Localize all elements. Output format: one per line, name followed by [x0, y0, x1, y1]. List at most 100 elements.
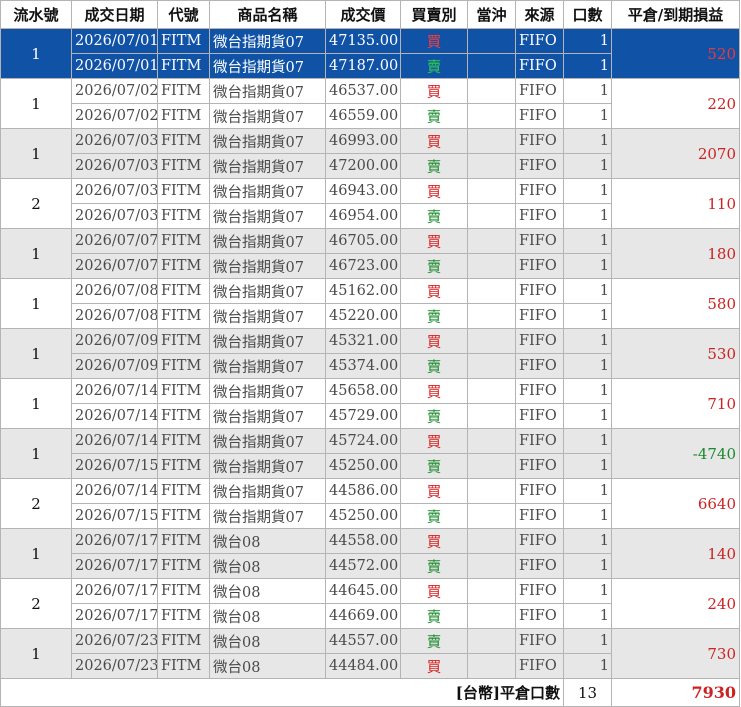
cell-code: FITM [157, 528, 210, 554]
cell-pnl: 180 [611, 228, 740, 279]
side-label: 買 [426, 234, 442, 251]
cell-date: 2026/07/08 [71, 303, 158, 329]
cell-side: 買 [400, 78, 468, 104]
cell-source: FIFO [515, 653, 564, 679]
cell-source: FIFO [515, 78, 564, 104]
cell-name: 微台08 [209, 553, 326, 579]
cell-qty: 1 [563, 353, 612, 379]
col-header-daytrade[interactable]: 當沖 [467, 0, 516, 29]
col-header-qty[interactable]: 口數 [563, 0, 612, 29]
cell-pnl: 110 [611, 178, 740, 229]
cell-price: 44484.00 [325, 653, 401, 679]
col-header-seq[interactable]: 流水號 [0, 0, 72, 29]
cell-daytrade [467, 378, 516, 404]
cell-pnl: 220 [611, 78, 740, 129]
side-label: 賣 [426, 609, 442, 626]
cell-name: 微台指期貨07 [209, 453, 326, 479]
cell-daytrade [467, 53, 516, 79]
cell-date: 2026/07/14 [71, 428, 158, 454]
cell-name: 微台08 [209, 603, 326, 629]
cell-price: 46559.00 [325, 103, 401, 129]
col-header-code[interactable]: 代號 [157, 0, 210, 29]
cell-side: 賣 [400, 503, 468, 529]
table-row[interactable]: 1 2026/07/23 FITM 微台08 44557.00 賣 FIFO 1 730 [0, 628, 740, 679]
cell-daytrade [467, 453, 516, 479]
table-row[interactable]: 1 2026/07/07 FITM 微台指期貨07 46705.00 買 FIFO 1 180 [0, 228, 740, 279]
col-header-price[interactable]: 成交價 [325, 0, 401, 29]
cell-date: 2026/07/07 [71, 253, 158, 279]
side-label: 買 [426, 134, 442, 151]
cell-price: 44558.00 [325, 528, 401, 554]
cell-date: 2026/07/14 [71, 478, 158, 504]
cell-code: FITM [157, 453, 210, 479]
col-header-name[interactable]: 商品名稱 [209, 0, 326, 29]
cell-source: FIFO [515, 453, 564, 479]
table-row[interactable]: 1 2026/07/02 FITM 微台指期貨07 46537.00 買 FIFO 1 220 [0, 78, 740, 129]
table-row[interactable]: 1 2026/07/14 FITM 微台指期貨07 45658.00 買 FIFO 1 710 [0, 378, 740, 429]
cell-source: FIFO [515, 228, 564, 254]
cell-name: 微台08 [209, 528, 326, 554]
cell-source: FIFO [515, 278, 564, 304]
col-header-pnl[interactable]: 平倉/到期損益 [611, 0, 740, 29]
cell-date: 2026/07/09 [71, 328, 158, 354]
col-header-side[interactable]: 買賣別 [400, 0, 468, 29]
cell-pnl: 730 [611, 628, 740, 679]
cell-price: 45321.00 [325, 328, 401, 354]
side-label: 賣 [426, 359, 442, 376]
cell-date: 2026/07/02 [71, 78, 158, 104]
cell-name: 微台08 [209, 653, 326, 679]
cell-code: FITM [157, 128, 210, 154]
table-row[interactable]: 1 2026/07/08 FITM 微台指期貨07 45162.00 買 FIFO 1 580 [0, 278, 740, 329]
cell-name: 微台指期貨07 [209, 478, 326, 504]
cell-daytrade [467, 478, 516, 504]
table-row[interactable]: 1 2026/07/01 FITM 微台指期貨07 47135.00 買 FIFO 1 520 [0, 28, 740, 79]
cell-qty: 1 [563, 628, 612, 654]
col-header-source[interactable]: 來源 [515, 0, 564, 29]
table-row[interactable]: 1 2026/07/03 FITM 微台指期貨07 46993.00 買 FIFO 1 2070 [0, 128, 740, 179]
cell-side: 賣 [400, 103, 468, 129]
cell-code: FITM [157, 153, 210, 179]
cell-qty: 1 [563, 228, 612, 254]
cell-date: 2026/07/09 [71, 353, 158, 379]
cell-side: 賣 [400, 628, 468, 654]
cell-qty: 1 [563, 153, 612, 179]
cell-side: 買 [400, 653, 468, 679]
cell-source: FIFO [515, 253, 564, 279]
cell-side: 賣 [400, 353, 468, 379]
cell-pnl: 6640 [611, 478, 740, 529]
cell-pnl: 580 [611, 278, 740, 329]
cell-daytrade [467, 578, 516, 604]
cell-price: 46723.00 [325, 253, 401, 279]
cell-price: 44645.00 [325, 578, 401, 604]
cell-source: FIFO [515, 628, 564, 654]
cell-name: 微台指期貨07 [209, 153, 326, 179]
cell-name: 微台指期貨07 [209, 28, 326, 54]
col-header-date[interactable]: 成交日期 [71, 0, 158, 29]
cell-code: FITM [157, 228, 210, 254]
cell-source: FIFO [515, 528, 564, 554]
table-row[interactable]: 1 2026/07/09 FITM 微台指期貨07 45321.00 買 FIFO 1 530 [0, 328, 740, 379]
table-row[interactable]: 2 2026/07/14 FITM 微台指期貨07 44586.00 買 FIFO 1 6640 [0, 478, 740, 529]
cell-price: 47135.00 [325, 28, 401, 54]
cell-daytrade [467, 603, 516, 629]
cell-qty: 1 [563, 428, 612, 454]
table-row[interactable]: 1 2026/07/14 FITM 微台指期貨07 45724.00 買 FIFO 1 -474… [0, 428, 740, 479]
side-label: 賣 [426, 259, 442, 276]
cell-code: FITM [157, 53, 210, 79]
cell-source: FIFO [515, 328, 564, 354]
cell-code: FITM [157, 403, 210, 429]
cell-price: 46993.00 [325, 128, 401, 154]
cell-code: FITM [157, 353, 210, 379]
cell-daytrade [467, 103, 516, 129]
cell-price: 47200.00 [325, 153, 401, 179]
cell-qty: 1 [563, 378, 612, 404]
cell-price: 45162.00 [325, 278, 401, 304]
cell-name: 微台指期貨07 [209, 203, 326, 229]
cell-date: 2026/07/17 [71, 528, 158, 554]
table-row[interactable]: 2 2026/07/03 FITM 微台指期貨07 46943.00 買 FIFO 1 110 [0, 178, 740, 229]
cell-side: 買 [400, 228, 468, 254]
cell-seq: 2 [0, 578, 72, 629]
table-row[interactable]: 1 2026/07/17 FITM 微台08 44558.00 買 FIFO 1 140 [0, 528, 740, 579]
table-row[interactable]: 2 2026/07/17 FITM 微台08 44645.00 買 FIFO 1 240 [0, 578, 740, 629]
cell-daytrade [467, 228, 516, 254]
